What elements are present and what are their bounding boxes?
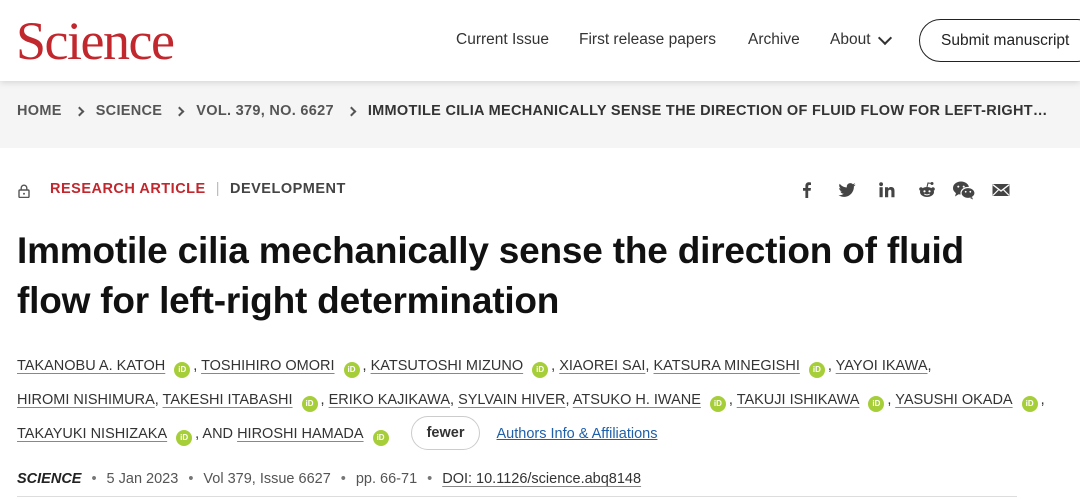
- orcid-icon[interactable]: iD: [176, 429, 193, 446]
- facebook-icon[interactable]: [797, 180, 817, 200]
- author-name[interactable]: TAKUJI ISHIKAWA: [737, 392, 860, 408]
- breadcrumb: HOME SCIENCE VOL. 379, NO. 6627 IMMOTILE…: [17, 103, 1048, 119]
- author-name[interactable]: HIROMI NISHIMURA: [17, 392, 155, 408]
- chevron-down-icon: [877, 30, 892, 45]
- submit-manuscript-button[interactable]: Submit manuscript: [919, 19, 1080, 62]
- citation-separator: •: [91, 471, 97, 487]
- breadcrumb-science[interactable]: SCIENCE: [96, 103, 163, 119]
- breadcrumb-current: IMMOTILE CILIA MECHANICALLY SENSE THE DI…: [367, 103, 1048, 119]
- lock-icon: [18, 184, 30, 198]
- citation-row: SCIENCE • 5 Jan 2023 • Vol 379, Issue 66…: [17, 471, 641, 487]
- citation-pages: pp. 66-71: [355, 471, 418, 487]
- author-name[interactable]: HIROSHI HAMADA: [237, 426, 364, 442]
- author-name[interactable]: TAKESHI ITABASHI: [163, 392, 293, 408]
- nav-first-release-papers[interactable]: First release papers: [579, 31, 716, 49]
- citation-date: 5 Jan 2023: [106, 471, 179, 487]
- article-type-label[interactable]: RESEARCH ARTICLE: [50, 181, 206, 197]
- citation-journal[interactable]: SCIENCE: [17, 471, 81, 487]
- author-name[interactable]: KATSURA MINEGISHI: [653, 358, 799, 374]
- orcid-icon[interactable]: iD: [808, 362, 825, 378]
- fewer-authors-button[interactable]: fewer: [410, 416, 481, 450]
- chevron-right-icon: [174, 106, 185, 116]
- nav-current-issue[interactable]: Current Issue: [456, 31, 549, 49]
- author-name[interactable]: XIAOREI SAI: [559, 358, 645, 374]
- chevron-right-icon: [346, 106, 357, 116]
- orcid-icon[interactable]: iD: [868, 395, 885, 412]
- citation-volume: Vol 379, Issue 6627: [203, 471, 331, 487]
- nav-about-label: About: [830, 31, 871, 48]
- author-name[interactable]: KATSUTOSHI MIZUNO: [371, 358, 524, 374]
- authors-affiliations-link[interactable]: Authors Info & Affiliations: [497, 426, 658, 442]
- nav-archive[interactable]: Archive: [748, 31, 800, 49]
- orcid-icon[interactable]: iD: [709, 395, 726, 412]
- orcid-icon[interactable]: iD: [1021, 395, 1038, 412]
- reddit-icon[interactable]: [917, 180, 937, 200]
- divider: [17, 496, 1017, 497]
- orcid-icon[interactable]: iD: [532, 362, 549, 378]
- author-name[interactable]: SYLVAIN HIVER: [458, 392, 565, 408]
- orcid-icon[interactable]: iD: [301, 395, 318, 412]
- breadcrumb-home[interactable]: HOME: [17, 103, 62, 119]
- author-list: TAKANOBU A. KATOH iD, TOSHIHIRO OMORI iD, …: [17, 350, 1067, 451]
- nav-about[interactable]: About: [830, 30, 892, 49]
- author-name[interactable]: TAKANOBU A. KATOH: [17, 358, 165, 374]
- orcid-icon[interactable]: iD: [372, 429, 389, 446]
- citation-separator: •: [427, 471, 433, 487]
- citation-separator: •: [340, 471, 346, 487]
- author-name[interactable]: ATSUKO H. IWANE: [573, 392, 701, 408]
- twitter-icon[interactable]: [837, 180, 857, 200]
- linkedin-icon[interactable]: [877, 180, 897, 200]
- author-name[interactable]: ERIKO KAJIKAWA: [329, 392, 450, 408]
- author-name[interactable]: YASUSHI OKADA: [895, 392, 1012, 408]
- wechat-icon[interactable]: [952, 180, 976, 200]
- article-meta: RESEARCH ARTICLE | DEVELOPMENT: [18, 181, 346, 198]
- article-title: Immotile cilia mechanically sense the di…: [17, 230, 964, 321]
- email-icon[interactable]: [991, 180, 1011, 200]
- orcid-icon[interactable]: iD: [174, 362, 191, 378]
- citation-separator: •: [188, 471, 194, 487]
- and-text: AND: [202, 425, 234, 442]
- breadcrumb-volume[interactable]: VOL. 379, NO. 6627: [196, 103, 334, 119]
- site-header: Science Current Issue First release pape…: [0, 0, 1080, 81]
- science-logo[interactable]: Science: [16, 12, 175, 70]
- author-name[interactable]: TAKAYUKI NISHIZAKA: [17, 426, 167, 442]
- chevron-right-icon: [74, 106, 85, 116]
- article-subject[interactable]: DEVELOPMENT: [230, 181, 346, 197]
- author-name[interactable]: YAYOI IKAWA: [836, 358, 928, 374]
- orcid-icon[interactable]: iD: [343, 362, 360, 378]
- meta-divider: |: [215, 181, 220, 197]
- author-name[interactable]: TOSHIHIRO OMORI: [201, 358, 334, 374]
- doi-link[interactable]: DOI: 10.1126/science.abq8148: [442, 471, 641, 487]
